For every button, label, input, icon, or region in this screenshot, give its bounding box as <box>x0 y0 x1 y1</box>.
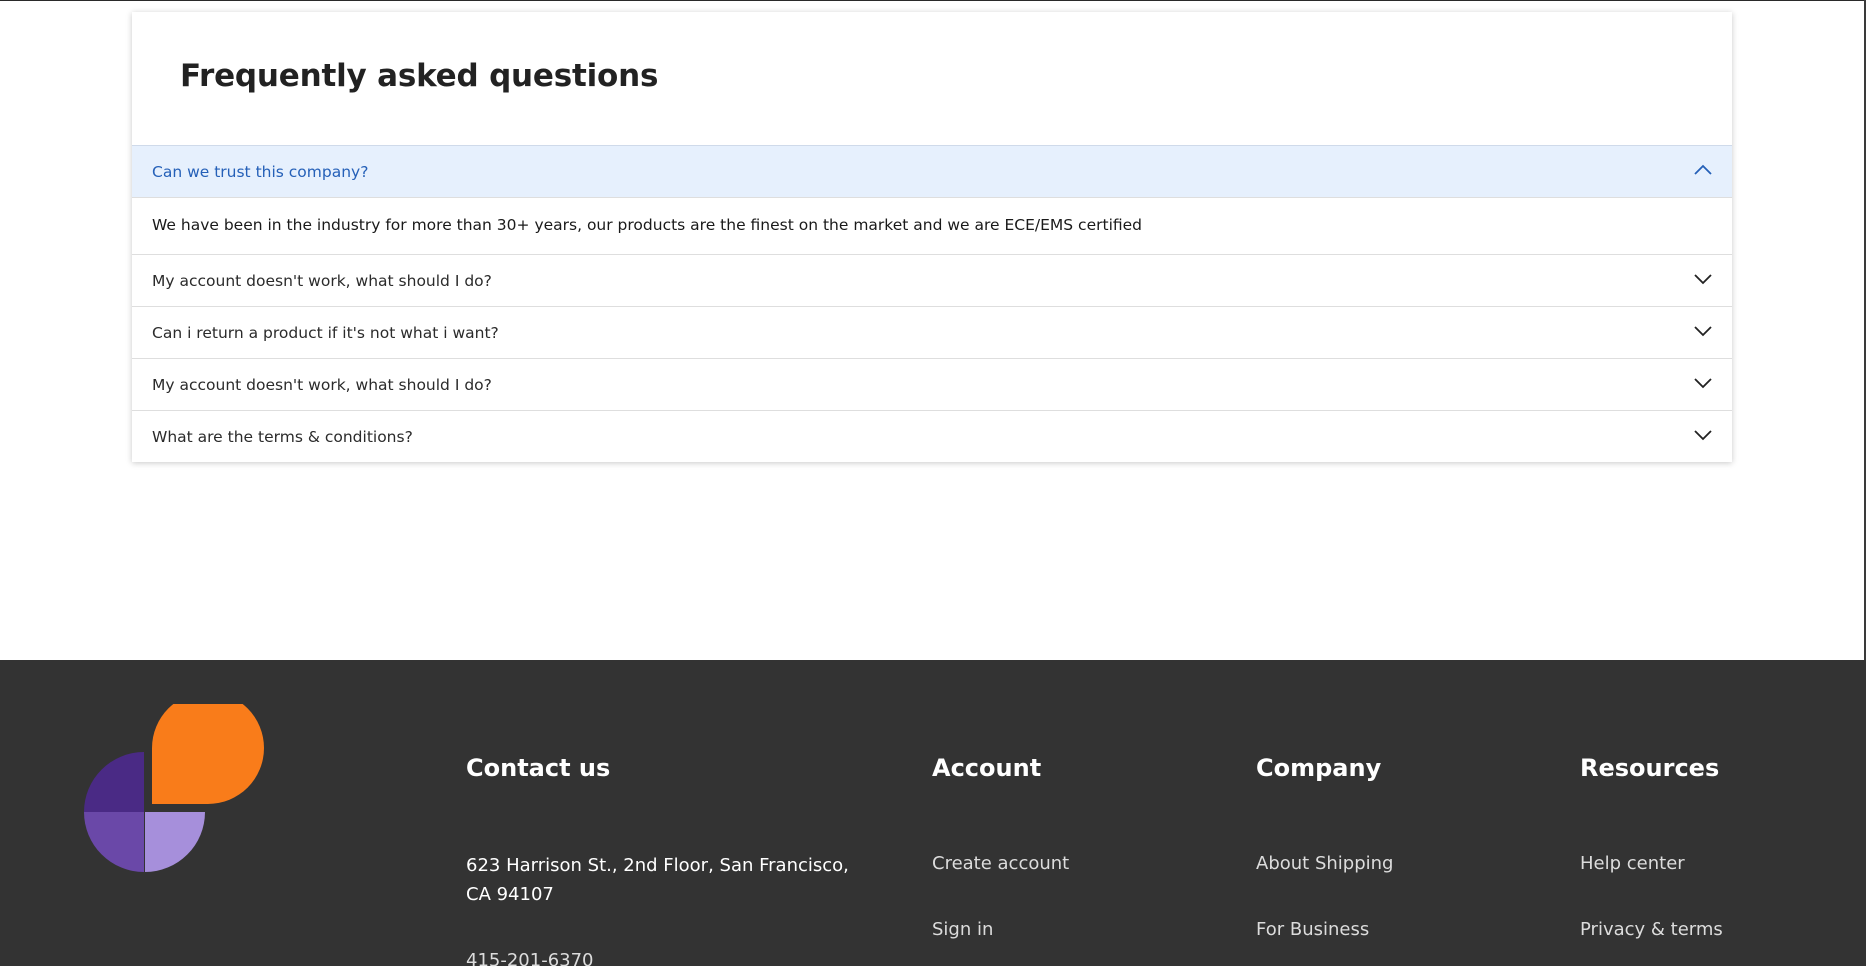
chevron-down-icon[interactable] <box>1694 273 1712 285</box>
faq-answer: We have been in the industry for more th… <box>152 216 1143 234</box>
company-heading: Company <box>1256 754 1382 782</box>
faq-header: Frequently asked questions <box>132 12 1732 145</box>
faq-question: My account doesn't work, what should I d… <box>152 272 492 290</box>
faq-question: Can we trust this company? <box>152 163 369 181</box>
brand-logo[interactable] <box>68 704 268 904</box>
privacy-terms-link[interactable]: Privacy & terms <box>1580 919 1723 940</box>
faq-title: Frequently asked questions <box>180 58 659 94</box>
create-account-link[interactable]: Create account <box>932 853 1069 874</box>
faq-question: Can i return a product if it's not what … <box>152 324 499 342</box>
about-shipping-link[interactable]: About Shipping <box>1256 853 1393 874</box>
contact-phone[interactable]: 415-201-6370 <box>466 950 594 971</box>
faq-item[interactable]: Can i return a product if it's not what … <box>132 306 1732 358</box>
contact-address: 623 Harrison St., 2nd Floor, San Francis… <box>466 855 849 905</box>
for-business-link[interactable]: For Business <box>1256 919 1369 940</box>
resources-heading: Resources <box>1580 754 1720 782</box>
site-footer: Contact us 623 Harrison St., 2nd Floor, … <box>0 660 1866 971</box>
chevron-down-icon[interactable] <box>1694 429 1712 441</box>
faq-question: My account doesn't work, what should I d… <box>152 376 492 394</box>
faq-question: What are the terms & conditions? <box>152 428 413 446</box>
faq-item[interactable]: My account doesn't work, what should I d… <box>132 358 1732 410</box>
account-heading: Account <box>932 754 1042 782</box>
faq-item[interactable]: My account doesn't work, what should I d… <box>132 254 1732 306</box>
help-center-link[interactable]: Help center <box>1580 853 1685 874</box>
chevron-down-icon[interactable] <box>1694 325 1712 337</box>
chevron-down-icon[interactable] <box>1694 377 1712 389</box>
faq-item[interactable]: What are the terms & conditions? <box>132 410 1732 462</box>
faq-answer-panel: We have been in the industry for more th… <box>132 197 1732 254</box>
chevron-up-icon[interactable] <box>1694 164 1712 176</box>
contact-heading: Contact us <box>466 754 611 782</box>
faq-section: Frequently asked questions Can we trust … <box>132 12 1732 462</box>
sign-in-link[interactable]: Sign in <box>932 919 993 940</box>
top-divider <box>0 0 1866 1</box>
faq-item-open[interactable]: Can we trust this company? <box>132 145 1732 197</box>
